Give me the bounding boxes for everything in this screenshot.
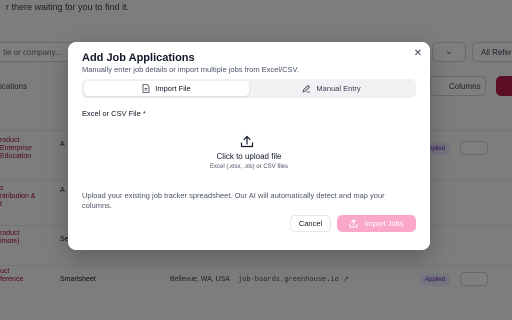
close-icon[interactable]: ✕ <box>411 47 425 61</box>
import-jobs-label: Import Jobs <box>364 219 404 228</box>
pencil-icon <box>302 84 311 93</box>
file-icon <box>142 84 150 93</box>
tab-label: Manual Entry <box>316 84 361 93</box>
add-job-applications-dialog: Add Job Applications Manually enter job … <box>68 42 430 250</box>
tab-manual-entry[interactable]: Manual Entry <box>249 81 414 96</box>
upload-title: Click to upload file <box>216 152 282 161</box>
tab-import-file[interactable]: Import File <box>84 81 249 96</box>
import-jobs-button[interactable]: Import Jobs <box>337 215 416 232</box>
upload-icon <box>240 135 254 148</box>
dialog-description: Manually enter job details or import mul… <box>82 65 299 74</box>
import-mode-tabs: Import File Manual Entry <box>82 79 416 98</box>
dialog-title: Add Job Applications <box>82 52 195 64</box>
upload-hint: Excel (.xlsx, .xls) or CSV files <box>209 164 288 170</box>
upload-icon <box>349 219 358 228</box>
import-help-text: Upload your existing job tracker spreads… <box>82 191 385 210</box>
tab-label: Import File <box>155 84 191 93</box>
cancel-button[interactable]: Cancel <box>290 215 331 232</box>
file-field-label: Excel or CSV File * <box>82 109 146 118</box>
